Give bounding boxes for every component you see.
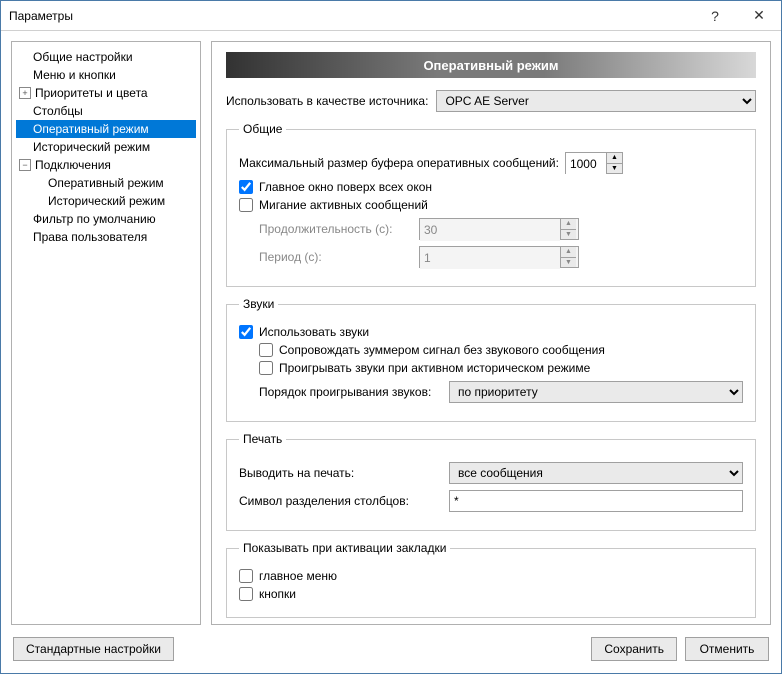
navigation-tree[interactable]: Общие настройки Меню и кнопки + Приорите… (11, 41, 201, 625)
tabs-group: Показывать при активации закладки главно… (226, 541, 756, 618)
defaults-button[interactable]: Стандартные настройки (13, 637, 174, 661)
show-buttons-label: кнопки (259, 587, 296, 601)
spinner-down-icon: ▼ (561, 258, 576, 268)
spinner-up-icon: ▲ (561, 219, 576, 230)
period-input (420, 247, 560, 269)
duration-input (420, 219, 560, 241)
source-label: Использовать в качестве источника: (226, 94, 428, 108)
sound-order-label: Порядок проигрывания звуков: (259, 385, 449, 399)
spinner-down-icon: ▼ (561, 230, 576, 240)
tree-item-operative-mode[interactable]: Оперативный режим (16, 120, 196, 138)
window-title: Параметры (9, 9, 693, 23)
blink-checkbox[interactable] (239, 198, 253, 212)
show-buttons-checkbox[interactable] (239, 587, 253, 601)
duration-spinner: ▲ ▼ (419, 218, 579, 240)
save-button[interactable]: Сохранить (591, 637, 677, 661)
help-button[interactable]: ? (693, 1, 737, 31)
show-buttons-row: кнопки (239, 587, 743, 601)
tree-item-conn-operative[interactable]: Оперативный режим (16, 174, 196, 192)
content-area: Общие настройки Меню и кнопки + Приорите… (1, 31, 781, 635)
buffer-row: Максимальный размер буфера оперативных с… (239, 152, 743, 174)
expand-icon[interactable]: + (19, 87, 31, 99)
period-row: Период (с): ▲ ▼ (239, 246, 743, 268)
delimiter-input[interactable] (449, 490, 743, 512)
show-main-menu-checkbox[interactable] (239, 569, 253, 583)
source-row: Использовать в качестве источника: OPC A… (226, 90, 756, 112)
tree-item-default-filter[interactable]: Фильтр по умолчанию (16, 210, 196, 228)
tree-item-connections[interactable]: − Подключения (16, 156, 196, 174)
delimiter-label: Символ разделения столбцов: (239, 494, 449, 508)
show-main-menu-label: главное меню (259, 569, 337, 583)
print-output-label: Выводить на печать: (239, 466, 449, 480)
buffer-spinner[interactable]: ▲ ▼ (565, 152, 623, 174)
blink-row: Мигание активных сообщений (239, 198, 743, 212)
source-select[interactable]: OPC AE Server (436, 90, 756, 112)
close-icon: ✕ (753, 7, 765, 24)
cancel-button[interactable]: Отменить (685, 637, 769, 661)
topmost-checkbox[interactable] (239, 180, 253, 194)
print-legend: Печать (239, 432, 286, 446)
titlebar: Параметры ? ✕ (1, 1, 781, 31)
sounds-legend: Звуки (239, 297, 278, 311)
buzzer-checkbox[interactable] (259, 343, 273, 357)
sound-order-row: Порядок проигрывания звуков: по приорите… (259, 381, 743, 403)
topmost-row: Главное окно поверх всех окон (239, 180, 743, 194)
close-button[interactable]: ✕ (737, 1, 781, 31)
general-legend: Общие (239, 122, 286, 136)
print-group: Печать Выводить на печать: все сообщения… (226, 432, 756, 531)
topmost-label: Главное окно поверх всех окон (259, 180, 432, 194)
use-sounds-checkbox[interactable] (239, 325, 253, 339)
button-bar: Стандартные настройки Сохранить Отменить (1, 635, 781, 673)
delimiter-row: Символ разделения столбцов: (239, 490, 743, 512)
play-history-checkbox[interactable] (259, 361, 273, 375)
spinner-up-icon: ▲ (561, 247, 576, 258)
tree-item-conn-historical[interactable]: Исторический режим (16, 192, 196, 210)
use-sounds-label: Использовать звуки (259, 325, 369, 339)
buffer-label: Максимальный размер буфера оперативных с… (239, 156, 559, 170)
main-panel: Оперативный режим Использовать в качеств… (211, 41, 771, 625)
tree-item-priorities-colors[interactable]: + Приоритеты и цвета (16, 84, 196, 102)
period-spinner: ▲ ▼ (419, 246, 579, 268)
print-output-select[interactable]: все сообщения (449, 462, 743, 484)
blink-label: Мигание активных сообщений (259, 198, 428, 212)
tree-item-columns[interactable]: Столбцы (16, 102, 196, 120)
period-label: Период (с): (239, 250, 419, 264)
print-output-row: Выводить на печать: все сообщения (239, 462, 743, 484)
duration-row: Продолжительность (с): ▲ ▼ (239, 218, 743, 240)
spinner-down-icon[interactable]: ▼ (607, 164, 622, 174)
sound-order-select[interactable]: по приоритету (449, 381, 743, 403)
collapse-icon[interactable]: − (19, 159, 31, 171)
show-main-menu-row: главное меню (239, 569, 743, 583)
tree-item-menu-buttons[interactable]: Меню и кнопки (16, 66, 196, 84)
buzzer-row: Сопровождать зуммером сигнал без звуково… (259, 343, 743, 357)
use-sounds-row: Использовать звуки (239, 325, 743, 339)
play-history-label: Проигрывать звуки при активном историчес… (279, 361, 590, 375)
spinner-up-icon[interactable]: ▲ (607, 153, 622, 164)
tree-item-user-rights[interactable]: Права пользователя (16, 228, 196, 246)
tabs-legend: Показывать при активации закладки (239, 541, 450, 555)
duration-label: Продолжительность (с): (239, 222, 419, 236)
tree-item-general-settings[interactable]: Общие настройки (16, 48, 196, 66)
panel-title-banner: Оперативный режим (226, 52, 756, 78)
settings-window: Параметры ? ✕ Общие настройки Меню и кно… (0, 0, 782, 674)
buzzer-label: Сопровождать зуммером сигнал без звуково… (279, 343, 605, 357)
general-group: Общие Максимальный размер буфера операти… (226, 122, 756, 287)
play-history-row: Проигрывать звуки при активном историчес… (259, 361, 743, 375)
sounds-group: Звуки Использовать звуки Сопровождать зу… (226, 297, 756, 422)
tree-item-historical-mode[interactable]: Исторический режим (16, 138, 196, 156)
buffer-input[interactable] (566, 153, 606, 175)
